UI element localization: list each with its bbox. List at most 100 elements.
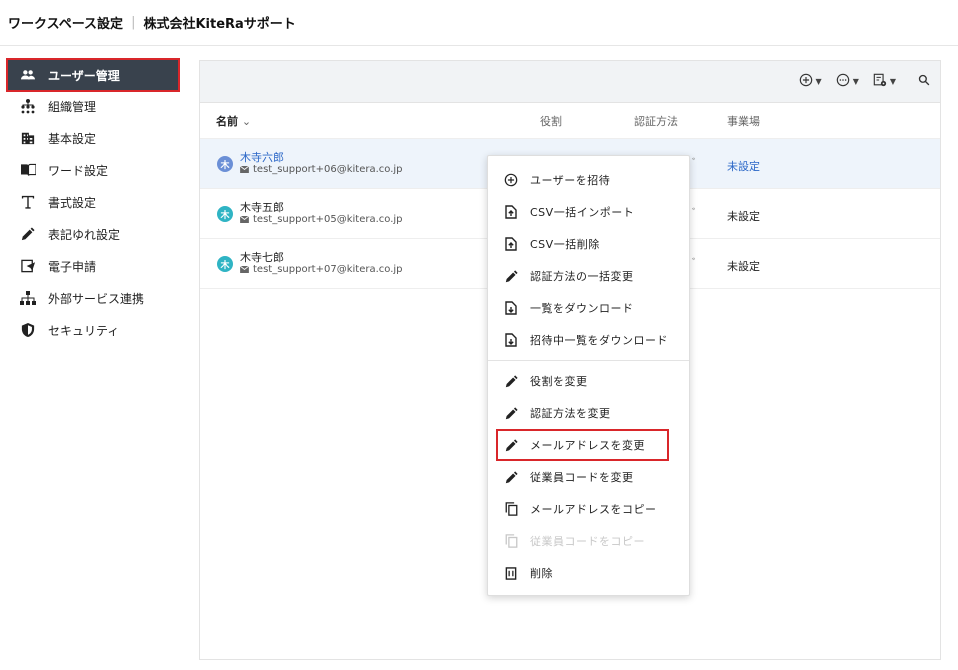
sidebar-item-label: ワード設定 [48,163,109,178]
text-format-icon [20,194,36,210]
menu-item-change-employee-code[interactable]: 従業員コードを変更 [488,461,689,493]
column-header-role: 役割 [540,114,562,128]
menu-item-label: 従業員コードを変更 [530,471,634,484]
search-icon [918,74,930,89]
app-header: ワークスペース設定 | 株式会社KiteRaサポート [0,0,958,46]
chevron-down-icon: ▼ [815,77,822,86]
sidebar-item-org-management[interactable]: 組織管理 [8,90,178,122]
file-download-icon [504,301,518,315]
menu-item-label: CSV一括削除 [530,238,600,251]
list-toolbar: ▼ ▼ ▼ [200,61,940,103]
copy-icon [504,534,518,548]
menu-item-label: メールアドレスをコピー [530,503,657,516]
export-settings-button[interactable]: ▼ [873,73,896,90]
pencil-icon [504,438,518,452]
sidebar-item-label: 書式設定 [48,195,97,210]
menu-item-label: 役割を変更 [530,375,588,388]
more-menu-button[interactable]: ▼ [836,73,859,90]
menu-item-copy-email[interactable]: メールアドレスをコピー [488,493,689,525]
menu-item-download-invited-list[interactable]: 招待中一覧をダウンロード [488,324,689,356]
menu-item-change-email[interactable]: メールアドレスを変更 [496,429,669,461]
sidebar-item-notation-settings[interactable]: 表記ゆれ設定 [8,218,178,250]
menu-item-label: 一覧をダウンロード [530,302,634,315]
menu-item-label: 従業員コードをコピー [530,535,645,548]
file-upload-icon [504,205,518,219]
sidebar-item-label: 表記ゆれ設定 [48,227,121,242]
users-icon [20,67,36,83]
pencil-icon [504,470,518,484]
sidebar-item-user-management[interactable]: ユーザー管理 [6,58,180,92]
e-application-icon [20,258,36,274]
file-upload-icon [504,237,518,251]
search-button[interactable] [918,74,930,89]
user-email-line: test_support+05@kitera.co.jp [240,214,403,225]
auth-method-peek: ﾞ [692,207,698,220]
column-header-label: 名前 [216,114,238,128]
menu-item-download-list[interactable]: 一覧をダウンロード [488,292,689,324]
sidebar-item-label: 電子申請 [48,259,97,274]
user-actions-menu: ユーザーを招待 CSV一括インポート CSV一括削除 認証方法の一括変更 一覧を… [487,155,690,596]
pencil-icon [20,226,36,242]
sitemap-icon [20,290,36,306]
menu-item-label: メールアドレスを変更 [530,439,645,452]
sidebar-item-label: ユーザー管理 [48,68,120,83]
user-site: 未設定 [727,160,760,173]
menu-item-label: CSV一括インポート [530,206,635,219]
building-icon [20,130,36,146]
add-circle-icon [504,173,518,187]
file-download-icon [504,333,518,347]
workspace-settings-title: ワークスペース設定 [8,17,124,32]
column-header-name[interactable]: 名前 ⌄ [216,113,251,129]
avatar: 木 [217,156,233,172]
menu-item-label: ユーザーを招待 [530,174,611,187]
user-email: test_support+07@kitera.co.jp [253,264,403,275]
user-name: 木寺五郎 [240,201,284,214]
sidebar-item-format-settings[interactable]: 書式設定 [8,186,178,218]
add-menu-button[interactable]: ▼ [799,73,822,90]
menu-item-bulk-change-auth[interactable]: 認証方法の一括変更 [488,260,689,292]
mail-icon [240,266,249,273]
chevron-down-icon: ⌄ [241,114,252,128]
sidebar-item-security[interactable]: セキュリティ [8,314,178,346]
user-name: 木寺六郎 [240,151,284,164]
copy-icon [504,502,518,516]
sidebar-item-label: 組織管理 [48,99,97,114]
menu-item-change-auth[interactable]: 認証方法を変更 [488,397,689,429]
org-tree-icon [20,98,36,114]
menu-item-copy-employee-code: 従業員コードをコピー [488,525,689,557]
header-separator: | [131,15,136,30]
menu-item-delete[interactable]: 削除 [488,557,689,589]
more-circle-icon [836,73,850,90]
auth-method-peek: ﾞ [692,157,698,170]
pencil-icon [504,269,518,283]
menu-item-invite-user[interactable]: ユーザーを招待 [488,164,689,196]
table-header: 名前 ⌄ 役割 認証方法 事業場 [200,103,940,139]
menu-item-change-role[interactable]: 役割を変更 [488,365,689,397]
chevron-down-icon: ▼ [852,77,859,86]
column-header-auth: 認証方法 [634,114,678,128]
menu-item-label: 認証方法の一括変更 [530,270,634,283]
sidebar-item-e-application[interactable]: 電子申請 [8,250,178,282]
menu-item-csv-import[interactable]: CSV一括インポート [488,196,689,228]
menu-item-label: 削除 [530,567,553,580]
avatar: 木 [217,206,233,222]
shield-icon [20,322,36,338]
user-email: test_support+06@kitera.co.jp [253,164,403,175]
sidebar-item-label: 外部サービス連携 [48,291,145,306]
sidebar-item-label: セキュリティ [48,323,120,338]
book-icon [20,162,36,178]
sidebar-item-basic-settings[interactable]: 基本設定 [8,122,178,154]
user-name: 木寺七郎 [240,251,284,264]
chevron-down-icon: ▼ [889,77,896,86]
sidebar-item-external-services[interactable]: 外部サービス連携 [8,282,178,314]
trash-icon [504,566,518,580]
sidebar-item-word-settings[interactable]: ワード設定 [8,154,178,186]
user-site: 未設定 [727,210,760,223]
company-name: 株式会社KiteRaサポート [143,17,296,32]
add-circle-icon [799,73,813,90]
user-email-line: test_support+07@kitera.co.jp [240,264,403,275]
export-settings-icon [873,73,887,90]
menu-item-csv-bulk-delete[interactable]: CSV一括削除 [488,228,689,260]
user-site: 未設定 [727,260,760,273]
user-email-line: test_support+06@kitera.co.jp [240,164,403,175]
